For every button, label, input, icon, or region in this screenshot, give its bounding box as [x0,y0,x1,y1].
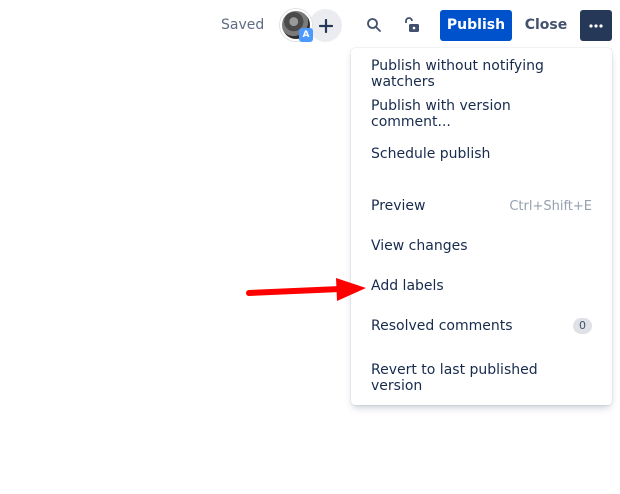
add-collaborator-button[interactable] [309,9,342,42]
search-icon [367,18,381,32]
menu-item-schedule-publish[interactable]: Schedule publish [351,134,612,174]
menu-item-publish-without-notifying[interactable]: Publish without notifying watchers [351,54,612,94]
editor-page: Saved A Publish Close Publish without no [0,0,620,494]
menu-item-publish-with-comment[interactable]: Publish with version comment... [351,94,612,134]
menu-item-add-labels[interactable]: Add labels [351,266,612,306]
publish-button[interactable]: Publish [440,10,512,41]
keyboard-shortcut: Ctrl+Shift+E [509,198,592,214]
more-horizontal-icon [589,23,603,28]
menu-item-label: View changes [371,238,468,254]
restrictions-button[interactable] [398,11,426,39]
unlock-icon [405,17,419,32]
menu-item-label: Add labels [371,278,444,294]
more-actions-menu: Publish without notifying watchers Publi… [351,48,612,405]
menu-item-view-changes[interactable]: View changes [351,226,612,266]
menu-item-label: Resolved comments [371,318,513,334]
menu-item-label: Preview [371,198,426,214]
avatar-badge: A [299,28,313,42]
count-badge: 0 [573,318,592,334]
annotation-arrow [246,278,366,301]
menu-item-label: Publish without notifying watchers [371,58,544,90]
menu-item-revert[interactable]: Revert to last published version [351,358,612,398]
menu-item-resolved-comments[interactable]: Resolved comments 0 [351,306,612,346]
search-button[interactable] [360,11,388,39]
menu-item-label: Publish with version comment... [371,98,511,130]
close-button[interactable]: Close [522,10,570,41]
menu-item-label: Revert to last published version [371,362,538,394]
save-status: Saved [221,17,265,33]
menu-item-label: Schedule publish [371,146,491,162]
plus-icon [318,18,333,33]
more-actions-button[interactable] [580,10,612,41]
menu-item-preview[interactable]: Preview Ctrl+Shift+E [351,186,612,226]
